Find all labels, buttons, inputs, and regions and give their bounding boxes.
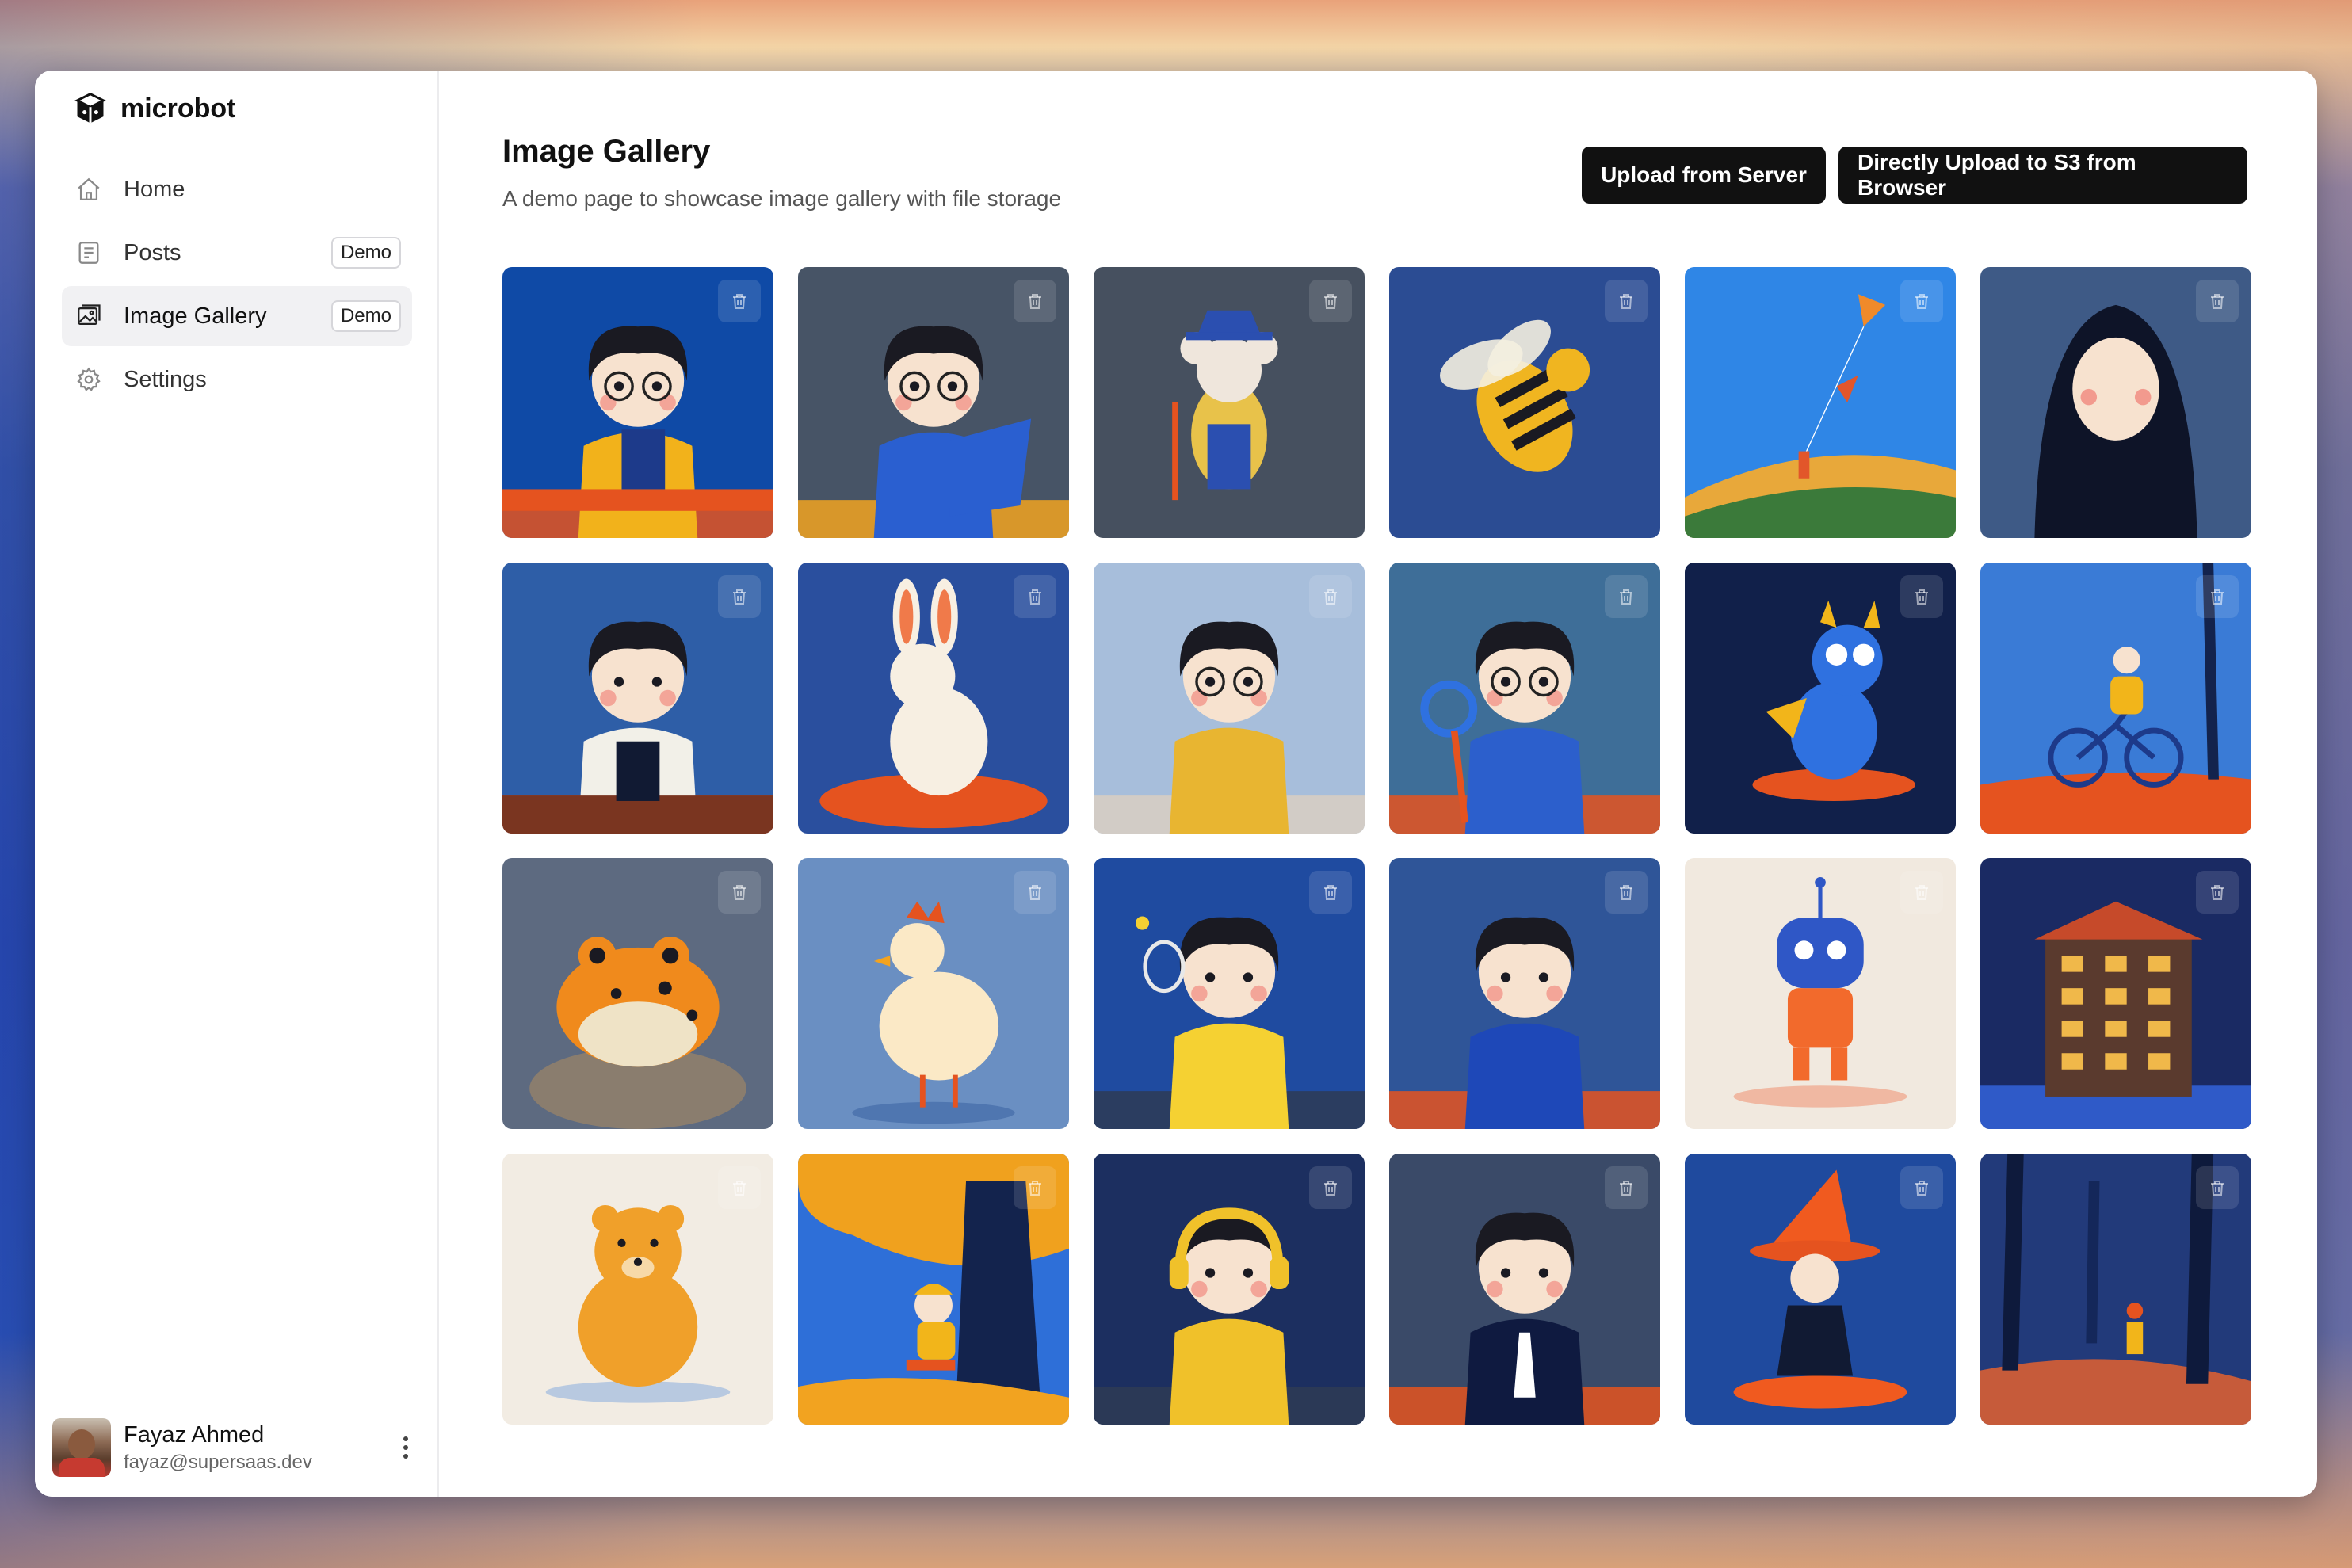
trash-icon[interactable] [1014,871,1056,914]
gallery-image-boy-magnifier[interactable] [1389,563,1660,834]
trash-icon[interactable] [1900,575,1943,618]
more-options-icon[interactable] [398,1436,414,1459]
gallery-image-bear[interactable] [502,1154,773,1425]
trash-icon[interactable] [718,871,761,914]
upload-to-s3-button[interactable]: Directly Upload to S3 from Browser [1838,147,2247,204]
gallery-image-girl-apron[interactable] [502,563,773,834]
trash-icon[interactable] [1014,280,1056,322]
image-icon [74,302,103,330]
sidebar-nav: Home Posts Demo Image Gallery Demo Setti… [62,159,412,413]
avatar [52,1418,111,1477]
trash-icon[interactable] [1309,575,1352,618]
trash-icon[interactable] [718,1166,761,1209]
sidebar-item-label: Image Gallery [124,303,267,329]
trash-icon[interactable] [718,280,761,322]
gallery-image-frog[interactable] [502,858,773,1129]
trash-icon[interactable] [2196,1166,2239,1209]
trash-icon[interactable] [1605,1166,1648,1209]
gallery-image-chicken[interactable] [798,858,1069,1129]
image-gallery-grid [502,267,2251,1425]
trash-icon[interactable] [1014,1166,1056,1209]
trash-icon[interactable] [1309,871,1352,914]
sidebar-item-label: Posts [124,239,181,265]
demo-badge: Demo [330,237,401,269]
gallery-image-boy-with-laptop[interactable] [798,267,1069,538]
gallery-image-girl-peace-sign[interactable] [1389,858,1660,1129]
cube-logo-icon [74,93,106,124]
trash-icon[interactable] [718,575,761,618]
trash-icon[interactable] [2196,871,2239,914]
trash-icon[interactable] [1900,871,1943,914]
user-email: fayaz@supersaas.dev [124,1451,312,1473]
sidebar-item-label: Home [124,176,185,202]
trash-icon[interactable] [1014,575,1056,618]
gallery-image-blue-dragon[interactable] [1685,563,1956,834]
gallery-image-rabbit[interactable] [798,563,1069,834]
gallery-image-robot[interactable] [1685,858,1956,1129]
document-icon [74,238,103,267]
upload-from-server-button[interactable]: Upload from Server [1582,147,1826,204]
trash-icon[interactable] [1309,280,1352,322]
main-content: Image Gallery A demo page to showcase im… [439,71,2317,1497]
gallery-image-girl-with-glasses-desk[interactable] [502,267,773,538]
trash-icon[interactable] [1605,575,1648,618]
trash-icon[interactable] [2196,575,2239,618]
brand[interactable]: microbot [73,91,235,126]
trash-icon[interactable] [1900,280,1943,322]
app-name: microbot [120,93,236,124]
gallery-image-kite-hill[interactable] [1685,267,1956,538]
user-menu[interactable]: Fayaz Ahmed fayaz@supersaas.dev [52,1417,425,1478]
page-subtitle: A demo page to showcase image gallery wi… [502,186,1062,211]
trash-icon[interactable] [1605,280,1648,322]
gallery-image-mouse-wizard[interactable] [1094,267,1365,538]
trash-icon[interactable] [2196,280,2239,322]
trash-icon[interactable] [1605,871,1648,914]
sidebar-item-settings[interactable]: Settings [62,349,412,410]
gallery-image-boy-under-tree[interactable] [798,1154,1069,1425]
gallery-image-boy-scarf-glasses[interactable] [1094,563,1365,834]
gallery-image-hijab-girl[interactable] [1980,267,2251,538]
gallery-image-night-building[interactable] [1980,858,2251,1129]
demo-badge: Demo [330,300,401,332]
sidebar: microbot Home Posts Demo Image Gallery D… [35,71,439,1497]
page-title: Image Gallery [502,134,711,169]
app-window: microbot Home Posts Demo Image Gallery D… [35,71,2317,1497]
home-icon [74,175,103,204]
sidebar-item-image-gallery[interactable]: Image Gallery Demo [62,286,412,346]
gallery-image-forest-walk[interactable] [1980,1154,2251,1425]
gallery-image-girl-bicycle[interactable] [1980,563,2251,834]
gallery-image-girl-blazer[interactable] [1389,1154,1660,1425]
sidebar-item-label: Settings [124,366,207,392]
sidebar-item-posts[interactable]: Posts Demo [62,223,412,283]
sidebar-item-home[interactable]: Home [62,159,412,219]
gallery-image-bee[interactable] [1389,267,1660,538]
gear-icon [74,365,103,394]
trash-icon[interactable] [1900,1166,1943,1209]
gallery-image-witch-girl[interactable] [1685,1154,1956,1425]
trash-icon[interactable] [1309,1166,1352,1209]
gallery-image-boy-headphones[interactable] [1094,1154,1365,1425]
gallery-image-girl-tennis[interactable] [1094,858,1365,1129]
user-name: Fayaz Ahmed [124,1421,265,1448]
